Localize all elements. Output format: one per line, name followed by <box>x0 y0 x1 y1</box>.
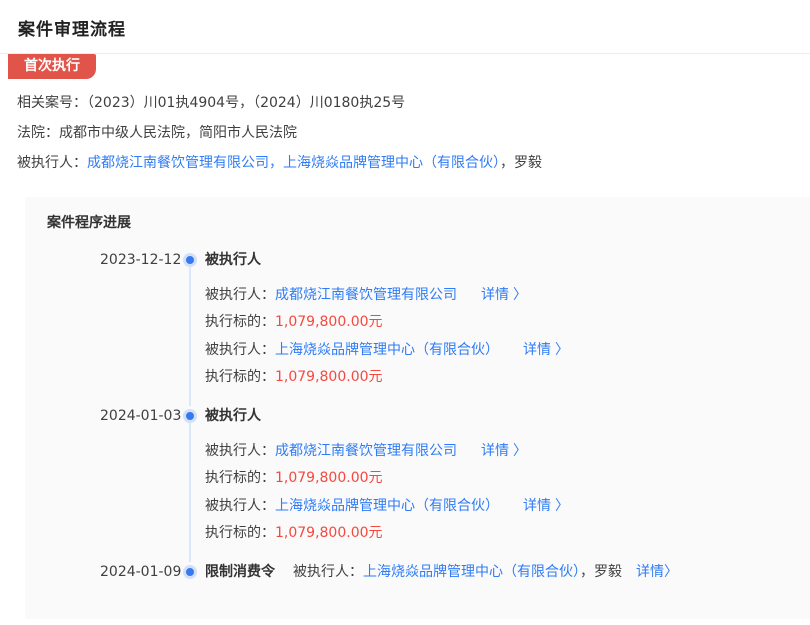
entry-heading: 被执行人 <box>205 250 790 270</box>
chevron-right-icon: 〉 <box>513 443 527 459</box>
chevron-right-icon: 〉 <box>555 342 569 358</box>
company-link[interactable]: 上海烧焱品牌管理中心（有限合伙） <box>275 498 499 514</box>
executed-person-label: 被执行人： <box>17 155 87 171</box>
page-header: 案件审理流程 <box>0 0 810 53</box>
separator: ， <box>500 155 514 171</box>
person-name-suffix: ，罗毅 <box>580 564 622 580</box>
related-case-no-value: （2023）川01执4904号，（2024）川0180执25号 <box>87 95 405 111</box>
link-separator: ， <box>269 155 283 171</box>
company-row: 被执行人：上海烧焱品牌管理中心（有限合伙） 详情〉 <box>205 340 790 360</box>
entry-body: 被执行人 被执行人：成都烧江南餐饮管理有限公司详情〉 执行标的：1,079,80… <box>205 250 790 387</box>
timeline-dot-icon <box>186 412 194 420</box>
entry-heading: 限制消费令 <box>205 564 275 580</box>
timeline: 2023-12-12 被执行人 被执行人：成都烧江南餐饮管理有限公司详情〉 执行… <box>47 250 790 582</box>
executed-item: 被执行人：上海烧焱品牌管理中心（有限合伙） 详情〉 执行标的：1,079,800.… <box>205 496 790 543</box>
entry-date: 2023-12-12 <box>100 250 181 270</box>
company-link[interactable]: 上海烧焱品牌管理中心（有限合伙） <box>275 342 499 358</box>
executed-item: 被执行人：成都烧江南餐饮管理有限公司 详情〉 执行标的：1,079,800.00元 <box>205 441 790 488</box>
person-name: 罗毅 <box>514 155 542 171</box>
amount-row: 执行标的：1,079,800.00元 <box>205 523 790 543</box>
court-row: 法院：成都市中级人民法院，简阳市人民法院 <box>17 123 792 143</box>
entry-body: 被执行人 被执行人：成都烧江南餐饮管理有限公司详情〉 执行标的：1,079,80… <box>205 406 790 543</box>
entry-body: 限制消费令 被执行人：上海烧焱品牌管理中心（有限合伙），罗毅详情〉 <box>205 562 790 582</box>
amount-label: 执行标的： <box>205 525 275 541</box>
timeline-entry: 2024-01-09 限制消费令 被执行人：上海烧焱品牌管理中心（有限合伙），罗毅… <box>47 562 790 582</box>
detail-link[interactable]: 详情〉 <box>523 498 569 514</box>
detail-link[interactable]: 详情〉 <box>636 564 678 580</box>
detail-link[interactable]: 详情〉 <box>481 443 527 459</box>
amount-row: 执行标的：1,079,800.00元 <box>205 312 790 332</box>
detail-label: 详情 <box>523 498 551 514</box>
amount-value: 1,079,800.00元 <box>275 369 383 385</box>
company-row: 被执行人：成都烧江南餐饮管理有限公司 详情〉 <box>205 441 790 461</box>
timeline-dot-icon <box>186 568 194 576</box>
company-link[interactable]: 上海烧焱品牌管理中心（有限合伙） <box>363 564 580 580</box>
executed-item: 被执行人：成都烧江南餐饮管理有限公司 详情〉 执行标的：1,079,800.00元 <box>205 285 790 332</box>
timeline-entry: 2024-01-03 被执行人 被执行人：成都烧江南餐饮管理有限公司详情〉 执行… <box>47 406 790 562</box>
amount-row: 执行标的：1,079,800.00元 <box>205 367 790 387</box>
chevron-right-icon: 〉 <box>664 564 678 580</box>
entry-heading: 被执行人 <box>205 406 790 426</box>
entry-date: 2024-01-03 <box>100 406 181 426</box>
executed-person-label: 被执行人： <box>205 287 275 303</box>
amount-label: 执行标的： <box>205 470 275 486</box>
executed-person-label: 被执行人： <box>205 342 275 358</box>
court-label: 法院： <box>17 125 59 141</box>
amount-value: 1,079,800.00元 <box>275 470 383 486</box>
detail-label: 详情 <box>481 287 509 303</box>
timeline-entry: 2023-12-12 被执行人 被执行人：成都烧江南餐饮管理有限公司详情〉 执行… <box>47 250 790 406</box>
amount-row: 执行标的：1,079,800.00元 <box>205 468 790 488</box>
detail-label: 详情 <box>481 443 509 459</box>
detail-link[interactable]: 详情〉 <box>481 287 527 303</box>
company-row: 被执行人：上海烧焱品牌管理中心（有限合伙） 详情〉 <box>205 496 790 516</box>
tab-bar: 首次执行 <box>0 53 810 79</box>
amount-value: 1,079,800.00元 <box>275 525 383 541</box>
chevron-right-icon: 〉 <box>513 287 527 303</box>
related-case-no-label: 相关案号： <box>17 95 87 111</box>
company-link[interactable]: 成都烧江南餐饮管理有限公司 <box>275 443 457 459</box>
panel-title: 案件程序进展 <box>47 213 790 233</box>
executed-person-label: 被执行人： <box>205 498 275 514</box>
timeline-dot-icon <box>186 256 194 264</box>
executed-item: 被执行人：上海烧焱品牌管理中心（有限合伙） 详情〉 执行标的：1,079,800.… <box>205 340 790 387</box>
amount-label: 执行标的： <box>205 369 275 385</box>
company-row: 被执行人：成都烧江南餐饮管理有限公司 详情〉 <box>205 285 790 305</box>
case-summary: 相关案号：（2023）川01执4904号，（2024）川0180执25号 法院：… <box>0 79 810 197</box>
executed-person-row: 被执行人：成都烧江南餐饮管理有限公司，上海烧焱品牌管理中心（有限合伙），罗毅 <box>17 153 792 173</box>
amount-value: 1,079,800.00元 <box>275 314 383 330</box>
chevron-right-icon: 〉 <box>555 498 569 514</box>
case-progress-panel: 案件程序进展 2023-12-12 被执行人 被执行人：成都烧江南餐饮管理有限公… <box>25 197 810 619</box>
related-case-no-row: 相关案号：（2023）川01执4904号，（2024）川0180执25号 <box>17 93 792 113</box>
executed-person-label: 被执行人： <box>205 443 275 459</box>
court-value: 成都市中级人民法院，简阳市人民法院 <box>59 125 297 141</box>
timeline-rail <box>189 423 191 562</box>
amount-label: 执行标的： <box>205 314 275 330</box>
entry-date: 2024-01-09 <box>100 562 181 582</box>
company-link-chengdu[interactable]: 成都烧江南餐饮管理有限公司 <box>87 155 269 171</box>
company-link-shanghai[interactable]: 上海烧焱品牌管理中心（有限合伙） <box>283 155 500 171</box>
tab-first-execution[interactable]: 首次执行 <box>8 54 96 79</box>
page-title: 案件审理流程 <box>0 0 810 53</box>
executed-person-label: 被执行人： <box>293 564 363 580</box>
detail-label: 详情 <box>523 342 551 358</box>
detail-link[interactable]: 详情〉 <box>523 342 569 358</box>
timeline-rail <box>189 267 191 406</box>
detail-label: 详情 <box>636 564 664 580</box>
company-link[interactable]: 成都烧江南餐饮管理有限公司 <box>275 287 457 303</box>
